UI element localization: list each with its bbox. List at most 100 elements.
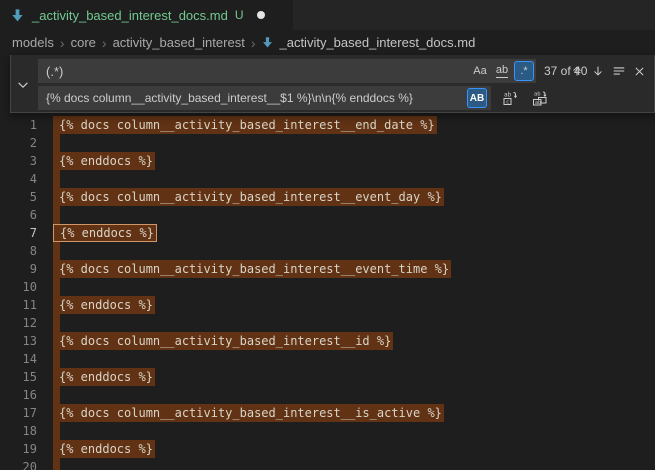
code-line[interactable]: 18 (0, 422, 655, 440)
whole-word-button[interactable]: ab (492, 61, 512, 81)
line-number[interactable]: 5 (0, 188, 37, 206)
line-number[interactable]: 17 (0, 404, 37, 422)
line-number[interactable]: 8 (0, 242, 37, 260)
line-content[interactable] (53, 386, 60, 404)
line-content[interactable]: {% enddocs %} (53, 152, 155, 170)
code-line[interactable]: 6 (0, 206, 655, 224)
line-content[interactable]: {% docs column__activity_based_interest_… (53, 260, 451, 278)
code-line[interactable]: 20 (0, 458, 655, 470)
find-in-selection-button[interactable] (609, 61, 628, 81)
find-input[interactable]: (.*) Aa ab .* (38, 59, 536, 83)
close-find-widget-button[interactable] (630, 61, 649, 81)
breadcrumb-item-file[interactable]: _activity_based_interest_docs.md (261, 35, 475, 50)
breadcrumb-item-activity-based-interest[interactable]: activity_based_interest (113, 35, 245, 50)
next-match-button[interactable] (588, 61, 607, 81)
line-number[interactable]: 14 (0, 350, 37, 368)
unsaved-dot-icon[interactable] (257, 11, 265, 19)
line-content[interactable] (53, 314, 60, 332)
code-line[interactable]: 10 (0, 278, 655, 296)
line-number[interactable]: 6 (0, 206, 37, 224)
replace-button[interactable]: ab c (500, 88, 519, 108)
code-line[interactable]: 16 (0, 386, 655, 404)
chevron-right-icon: › (60, 36, 65, 50)
find-match-highlight: {% docs column__activity_based_interest_… (53, 260, 451, 278)
line-content[interactable] (53, 170, 60, 188)
line-content[interactable]: {% enddocs %} (53, 440, 155, 458)
line-content[interactable]: {% enddocs %} (53, 296, 155, 314)
find-match-highlight: {% enddocs %} (53, 152, 155, 170)
find-match-highlight: {% enddocs %} (53, 440, 155, 458)
find-in-selection-icon (612, 64, 626, 78)
editor-pane[interactable]: 1{% docs column__activity_based_interest… (0, 55, 655, 470)
tab-activity-based-interest-docs[interactable]: _activity_based_interest_docs.md U (0, 0, 293, 30)
replace-all-icon: ab ab (532, 90, 548, 106)
code-line[interactable]: 12 (0, 314, 655, 332)
line-content[interactable] (53, 206, 60, 224)
line-content[interactable] (53, 422, 60, 440)
git-status-badge: U (235, 8, 244, 22)
breadcrumb-item-models[interactable]: models (12, 35, 54, 50)
find-nav-buttons (567, 61, 649, 81)
code-line[interactable]: 4 (0, 170, 655, 188)
code-line[interactable]: 1 {% docs column__activity_based_interest… (0, 116, 655, 134)
line-number[interactable]: 15 (0, 368, 37, 386)
toggle-replace-button[interactable] (14, 76, 31, 93)
replace-icon: ab c (502, 90, 518, 106)
line-content[interactable]: {% docs column__activity_based_interest_… (53, 404, 444, 422)
line-number[interactable]: 7 (0, 224, 37, 242)
line-number[interactable]: 10 (0, 278, 37, 296)
code-line[interactable]: 14 (0, 350, 655, 368)
code-line[interactable]: 13 {% docs column__activity_based_interes… (0, 332, 655, 350)
find-match-highlight: {% docs column__activity_based_interest_… (53, 404, 444, 422)
preserve-case-button[interactable]: AB (467, 88, 487, 108)
line-content[interactable] (53, 458, 60, 470)
line-number[interactable]: 2 (0, 134, 37, 152)
line-number[interactable]: 13 (0, 332, 37, 350)
previous-match-button[interactable] (567, 61, 586, 81)
code-line[interactable]: 19 {% enddocs %} (0, 440, 655, 458)
find-match-highlight (53, 206, 60, 224)
line-number[interactable]: 3 (0, 152, 37, 170)
line-number[interactable]: 20 (0, 458, 37, 470)
svg-text:c: c (506, 100, 509, 106)
code-line[interactable]: 8 (0, 242, 655, 260)
line-content[interactable]: {% docs column__activity_based_interest_… (53, 332, 393, 350)
find-match-highlight (53, 314, 60, 332)
line-content[interactable]: {% enddocs %} (53, 224, 157, 242)
find-match-highlight (53, 170, 60, 188)
find-match-highlight (53, 386, 60, 404)
line-content[interactable]: {% docs column__activity_based_interest_… (53, 188, 444, 206)
line-number[interactable]: 9 (0, 260, 37, 278)
use-regex-button[interactable]: .* (514, 61, 534, 81)
line-content[interactable] (53, 134, 60, 152)
find-match-highlight: {% docs column__activity_based_interest_… (53, 188, 444, 206)
code-line[interactable]: 15 {% enddocs %} (0, 368, 655, 386)
code-line[interactable]: 3 {% enddocs %} (0, 152, 655, 170)
code-line[interactable]: 5 {% docs column__activity_based_interest… (0, 188, 655, 206)
match-case-button[interactable]: Aa (470, 61, 490, 81)
line-number[interactable]: 1 (0, 116, 37, 134)
code-line[interactable]: 7 {% enddocs %} (0, 224, 655, 242)
line-content[interactable]: {% enddocs %} (53, 368, 155, 386)
code-line[interactable]: 17 {% docs column__activity_based_interes… (0, 404, 655, 422)
replace-all-button[interactable]: ab ab (530, 88, 549, 108)
line-number[interactable]: 16 (0, 386, 37, 404)
code-line[interactable]: 9 {% docs column__activity_based_interest… (0, 260, 655, 278)
line-content[interactable] (53, 350, 60, 368)
line-number[interactable]: 4 (0, 170, 37, 188)
line-content[interactable] (53, 278, 60, 296)
line-number[interactable]: 18 (0, 422, 37, 440)
line-content[interactable]: {% docs column__activity_based_interest_… (53, 116, 437, 134)
chevron-down-icon (16, 78, 30, 92)
find-match-highlight (53, 422, 60, 440)
code-line[interactable]: 2 (0, 134, 655, 152)
line-number[interactable]: 19 (0, 440, 37, 458)
breadcrumb-item-core[interactable]: core (71, 35, 96, 50)
code-line[interactable]: 11 {% enddocs %} (0, 296, 655, 314)
find-match-highlight (53, 242, 60, 260)
line-content[interactable] (53, 242, 60, 260)
line-number[interactable]: 11 (0, 296, 37, 314)
line-number[interactable]: 12 (0, 314, 37, 332)
breadcrumb-file-label: _activity_based_interest_docs.md (279, 35, 475, 50)
replace-input[interactable]: {% docs column__activity_based_interest_… (38, 86, 491, 110)
